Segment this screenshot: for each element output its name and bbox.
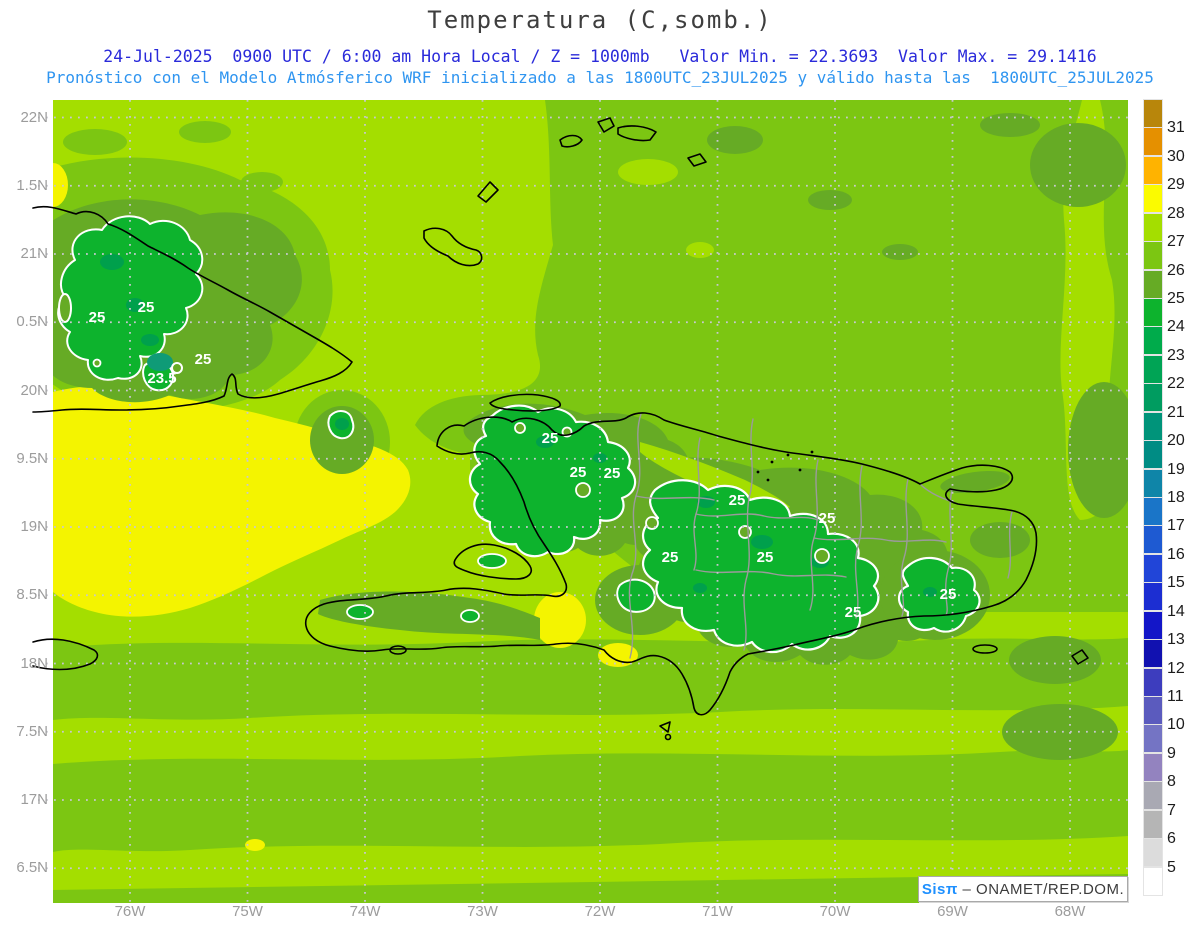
temperature-map: 25 25 25 23.5 25 25 25 25 25 25 25 25 25 [32, 100, 1128, 906]
colorbar-value-label: 5 [1167, 858, 1176, 876]
colorbar-value-label: 30 [1167, 147, 1185, 165]
contour-label: 25 [138, 299, 155, 316]
colorbar-value-label: 28 [1167, 204, 1185, 222]
contour-label: 25 [845, 604, 862, 621]
colorbar-value-label: 12 [1167, 659, 1185, 677]
lat-tick-label: 7.5N [16, 722, 48, 740]
colorbar-segment [1143, 297, 1163, 328]
lat-tick-label: 20N [20, 381, 48, 399]
colorbar-value-label: 29 [1167, 176, 1185, 194]
lat-tick-label: 19N [20, 518, 48, 535]
colorbar-value-label: 18 [1167, 489, 1185, 506]
lat-tick-label: 8.5N [16, 586, 48, 604]
contour-label: 25 [604, 465, 621, 482]
colorbar-segment [1143, 553, 1163, 583]
colorbar-value-label: 19 [1167, 460, 1185, 478]
colorbar-segment [1143, 695, 1163, 726]
lon-tick-label: 69W [937, 903, 968, 920]
colorbar-value-label: 17 [1167, 517, 1185, 535]
colorbar-value-label: 31 [1167, 119, 1185, 137]
lat-tick-label: 17N [20, 791, 48, 808]
lat-tick-label: 9.5N [16, 449, 48, 467]
contour-label: 25 [195, 351, 212, 368]
colorbar-segment [1143, 383, 1163, 413]
colorbar-value-label: 13 [1167, 631, 1185, 649]
colorbar-value-label: 25 [1167, 290, 1185, 307]
lat-tick-label: 6.5N [16, 859, 48, 877]
colorbar-value-label: 14 [1167, 602, 1185, 620]
colorbar-segment [1143, 752, 1163, 782]
colorbar-value-label: 20 [1167, 432, 1185, 450]
colorbar-segment [1143, 838, 1163, 868]
colorbar-segment [1143, 468, 1163, 498]
colorbar-segment [1143, 212, 1163, 242]
sispi-logo: Sisπ [921, 880, 958, 898]
lat-tick-label: 1.5N [16, 176, 48, 194]
colorbar-value-label: 16 [1167, 545, 1185, 563]
colorbar-segment [1143, 127, 1163, 157]
lon-tick-label: 68W [1054, 903, 1086, 920]
shaded-field [53, 100, 1128, 903]
colorbar-value-label: 8 [1167, 773, 1176, 791]
colorbar-value-label: 6 [1167, 830, 1176, 848]
colorbar-segment [1143, 525, 1163, 555]
colorbar-segment [1143, 582, 1163, 612]
wrf-temperature-forecast-page: Temperatura (C,somb.) 24-Jul-2025 0900 U… [0, 0, 1200, 927]
colorbar-segment [1143, 440, 1163, 470]
colorbar-segment [1143, 809, 1163, 839]
colorbar-value-label: 22 [1167, 375, 1185, 393]
contour-label: 25 [542, 430, 559, 447]
credit-org: – ONAMET/REP.DOM. [957, 880, 1125, 898]
lon-tick-label: 71W [702, 903, 733, 920]
colorbar-segment [1143, 269, 1163, 299]
colorbar-segment [1143, 241, 1163, 271]
lon-tick-label: 75W [232, 903, 263, 920]
colorbar-value-label: 9 [1167, 744, 1176, 762]
lon-tick-label: 73W [467, 903, 498, 920]
lon-tick-label: 76W [114, 903, 146, 920]
credit-box: Sisπ – ONAMET/REP.DOM. [918, 876, 1128, 902]
colorbar-segment [1143, 354, 1163, 384]
contour-label: 25 [729, 492, 746, 509]
lon-tick-label: 70W [819, 903, 851, 920]
colorbar-segment [1143, 411, 1163, 441]
lat-tick-label: 22N [20, 108, 48, 126]
colorbar-value-label: 21 [1167, 403, 1185, 421]
colorbar-segment [1143, 184, 1163, 214]
colorbar-value-label: 15 [1167, 574, 1185, 592]
colorbar-value-label: 11 [1167, 688, 1184, 705]
contour-label: 23.5 [147, 370, 176, 387]
colorbar-value-label: 27 [1167, 233, 1185, 251]
contour-label: 25 [940, 586, 957, 603]
colorbar-segment [1143, 610, 1163, 640]
colorbar-value-label: 26 [1167, 261, 1185, 279]
lat-tick-label: 21N [20, 245, 48, 262]
contour-label: 25 [89, 309, 106, 326]
colorbar-segment [1143, 639, 1163, 669]
lat-tick-label: 18N [20, 654, 48, 672]
colorbar-value-label: 23 [1167, 346, 1185, 364]
colorbar-value-label: 24 [1167, 318, 1185, 336]
contour-label: 25 [819, 510, 836, 527]
colorbar-segment [1143, 866, 1163, 896]
colorbar-segment [1143, 98, 1163, 129]
contour-label: 25 [662, 549, 679, 566]
lon-tick-label: 74W [349, 903, 381, 920]
colorbar-value-label: 10 [1167, 716, 1185, 734]
lat-tick-label: 0.5N [16, 313, 48, 331]
colorbar-segment [1143, 781, 1163, 811]
colorbar-segment [1143, 326, 1163, 356]
contour-label: 25 [757, 549, 774, 566]
contour-label: 25 [570, 464, 587, 481]
colorbar-segment [1143, 724, 1163, 754]
colorbar-segment [1143, 496, 1163, 527]
colorbar-value-label: 7 [1167, 801, 1176, 819]
colorbar-segment [1143, 667, 1163, 697]
lon-tick-label: 72W [584, 903, 616, 920]
colorbar-segment [1143, 155, 1163, 185]
